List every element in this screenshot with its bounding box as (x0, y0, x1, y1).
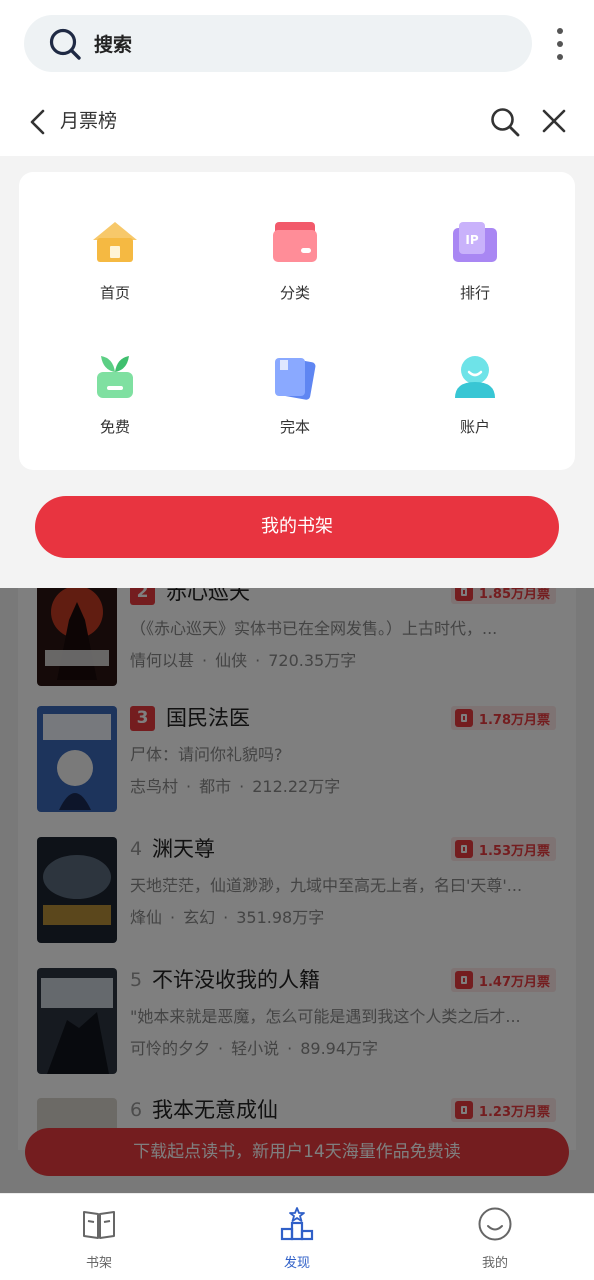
completed-books-icon (275, 358, 316, 400)
overlay-scrim[interactable] (0, 588, 594, 1193)
ranking-icon: IP (453, 222, 497, 262)
page-title: 月票榜 (60, 110, 118, 132)
close-icon[interactable] (540, 107, 568, 135)
my-bookshelf-button[interactable]: 我的书架 (35, 496, 559, 558)
menu-item-category[interactable]: 分类 (235, 218, 355, 318)
discover-icon (280, 1207, 314, 1241)
account-icon (455, 356, 495, 398)
free-icon (97, 356, 133, 398)
nav-menu-panel: 首页 分类 IP 排行 免费 完本 账户 我的书架 (0, 156, 594, 588)
browser-bar: 搜索 (0, 0, 594, 88)
bottom-tab-bar: 书架 发现 我的 (0, 1193, 594, 1280)
page-header: 月票榜 (0, 88, 594, 156)
tab-discover[interactable]: 发现 (247, 1206, 347, 1276)
more-vertical-icon[interactable] (549, 28, 571, 60)
search-label: 搜索 (94, 34, 133, 56)
menu-item-account[interactable]: 账户 (415, 352, 535, 452)
search-icon[interactable] (489, 106, 521, 138)
menu-item-ranking[interactable]: IP 排行 (415, 218, 535, 318)
home-icon (93, 222, 137, 262)
profile-icon (478, 1207, 512, 1241)
tab-bookshelf[interactable]: 书架 (49, 1206, 149, 1276)
search-icon (49, 28, 81, 60)
category-icon (273, 222, 317, 262)
menu-item-completed[interactable]: 完本 (235, 352, 355, 452)
tab-profile[interactable]: 我的 (445, 1206, 545, 1276)
menu-item-home[interactable]: 首页 (55, 218, 175, 318)
menu-grid: 首页 分类 IP 排行 免费 完本 账户 (19, 172, 575, 470)
menu-item-free[interactable]: 免费 (55, 352, 175, 452)
chevron-left-icon[interactable] (26, 108, 52, 136)
svg-text:IP: IP (465, 233, 478, 247)
bookshelf-icon (83, 1211, 115, 1239)
search-box[interactable]: 搜索 (24, 15, 532, 72)
